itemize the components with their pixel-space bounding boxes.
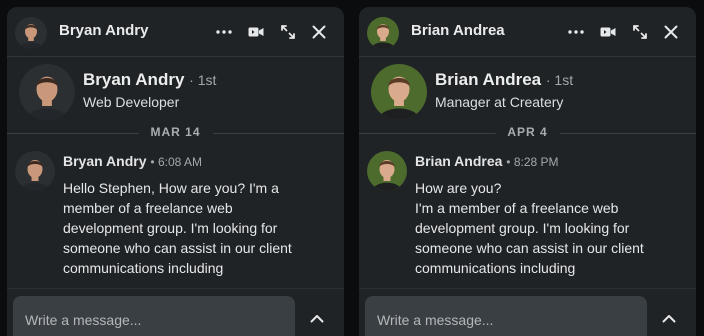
message-text: Hello Stephen, How are you? I'm a member… (63, 180, 296, 276)
chevron-up-icon (310, 314, 324, 322)
collapse-composer-button[interactable] (304, 308, 330, 328)
video-call-icon (600, 27, 616, 37)
date-divider: APR 4 (359, 125, 696, 139)
profile-headline: Web Developer (83, 94, 180, 110)
profile-avatar[interactable] (371, 64, 427, 120)
sender-name[interactable]: Brian Andrea (415, 153, 502, 169)
message-composer (7, 288, 344, 336)
expand-button[interactable] (628, 21, 652, 43)
profile-name-text[interactable]: Bryan Andry (83, 70, 184, 89)
date-divider: MAR 14 (7, 125, 344, 139)
more-options-button[interactable] (564, 21, 588, 43)
chat-header[interactable]: Brian Andrea (359, 7, 696, 57)
avatar[interactable] (15, 17, 47, 49)
expand-icon (281, 25, 295, 39)
profile-card: Bryan Andry · 1st Web Developer (7, 57, 344, 133)
profile-name[interactable]: Bryan Andry · 1st (83, 70, 216, 90)
more-horizontal-icon (216, 30, 232, 34)
message-avatar[interactable] (367, 151, 407, 191)
expand-button[interactable] (276, 21, 300, 43)
message-avatar[interactable] (15, 151, 55, 191)
chat-header[interactable]: Bryan Andry (7, 7, 344, 57)
close-button[interactable] (659, 21, 683, 43)
profile-name-text[interactable]: Brian Andrea (435, 70, 541, 89)
profile-name[interactable]: Brian Andrea · 1st (435, 70, 573, 90)
header-name[interactable]: Brian Andrea (411, 22, 505, 39)
close-icon (664, 25, 678, 39)
message-composer (359, 288, 696, 336)
message-sender: Bryan Andry • 6:08 AM (63, 153, 202, 169)
message-sender: Brian Andrea • 8:28 PM (415, 153, 559, 169)
date-label: MAR 14 (138, 125, 213, 139)
collapse-composer-button[interactable] (656, 308, 682, 328)
video-call-button[interactable] (244, 21, 268, 43)
date-label: APR 4 (495, 125, 560, 139)
message-text: How are you? I'm a member of a freelance… (415, 180, 644, 276)
profile-headline: Manager at Createry (435, 94, 564, 110)
close-button[interactable] (307, 21, 331, 43)
connection-degree: · 1st (545, 72, 574, 88)
chevron-up-icon (662, 314, 676, 322)
expand-icon (633, 25, 647, 39)
message-input[interactable] (365, 296, 647, 336)
profile-avatar[interactable] (19, 64, 75, 120)
chat-window: Brian Andrea Brian Andrea · 1st Manager … (359, 7, 696, 336)
more-horizontal-icon (568, 30, 584, 34)
video-call-icon (248, 27, 264, 37)
avatar[interactable] (367, 17, 399, 49)
more-options-button[interactable] (212, 21, 236, 43)
sender-name[interactable]: Bryan Andry (63, 153, 147, 169)
profile-card: Brian Andrea · 1st Manager at Createry (359, 57, 696, 133)
connection-degree: · 1st (189, 72, 217, 88)
video-call-button[interactable] (596, 21, 620, 43)
chat-window: Bryan Andry Bryan Andry · 1st Web Develo… (7, 7, 344, 336)
message-time: • 6:08 AM (150, 155, 202, 169)
header-name[interactable]: Bryan Andry (59, 22, 148, 39)
message-time: • 8:28 PM (506, 155, 559, 169)
close-icon (312, 25, 326, 39)
message-input[interactable] (13, 296, 295, 336)
